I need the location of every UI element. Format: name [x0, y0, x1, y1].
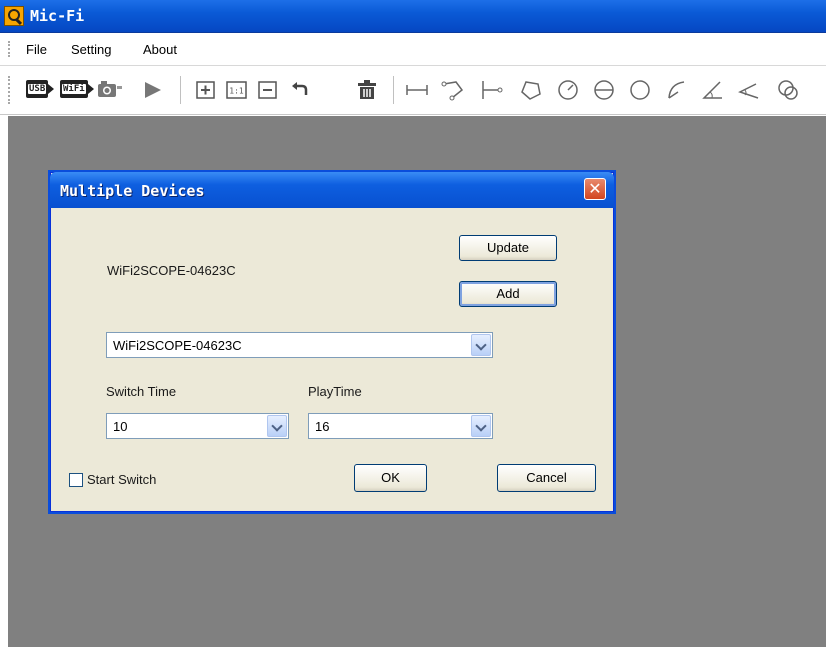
menu-setting[interactable]: Setting	[71, 42, 111, 57]
toolbar-grip-icon	[8, 76, 12, 104]
measure-angle-three-point-icon[interactable]	[736, 78, 762, 102]
chevron-down-icon[interactable]	[267, 415, 287, 437]
zoom-in-icon[interactable]	[194, 78, 218, 102]
measure-circle-three-point-icon[interactable]	[628, 78, 654, 102]
toolbar: USB WiFi 1:1	[0, 66, 826, 115]
chevron-down-icon[interactable]	[471, 334, 491, 356]
play-time-label: PlayTime	[308, 384, 362, 399]
measure-line-icon[interactable]	[404, 78, 430, 102]
magnifier-app-icon	[4, 6, 24, 26]
ok-button[interactable]: OK	[354, 464, 427, 492]
menu-file[interactable]: File	[26, 42, 47, 57]
undo-icon[interactable]	[288, 78, 312, 102]
measure-circle-diameter-icon[interactable]	[592, 78, 618, 102]
menu-bar: File Setting About	[0, 33, 826, 66]
actual-size-icon[interactable]: 1:1	[224, 78, 250, 102]
toolbar-separator	[393, 76, 394, 104]
measure-polyline-icon[interactable]	[440, 78, 466, 102]
device-name-label: WiFi2SCOPE-04623C	[107, 263, 236, 278]
zoom-out-icon[interactable]	[256, 78, 280, 102]
play-time-select[interactable]: 16	[308, 413, 493, 439]
add-button[interactable]: Add	[459, 281, 557, 307]
play-icon[interactable]	[140, 78, 164, 102]
main-title-bar: Mic-Fi	[0, 0, 826, 33]
menu-grip-icon	[8, 41, 12, 57]
start-switch-label: Start Switch	[87, 472, 157, 487]
measure-circle-radius-icon[interactable]	[556, 78, 582, 102]
svg-text:1:1: 1:1	[229, 87, 244, 96]
chevron-down-icon[interactable]	[471, 415, 491, 437]
cancel-button[interactable]: Cancel	[497, 464, 596, 492]
menu-about[interactable]: About	[143, 42, 177, 57]
start-switch-checkbox[interactable]	[69, 473, 83, 487]
measure-circle-center-icon[interactable]	[776, 78, 802, 102]
wifi-camera-icon[interactable]: WiFi	[60, 80, 94, 98]
switch-time-label: Switch Time	[106, 384, 177, 399]
window-title: Mic-Fi	[30, 7, 85, 25]
measure-angle-icon[interactable]	[700, 78, 726, 102]
multiple-devices-dialog: Multiple Devices ✕ WiFi2SCOPE-04623C Upd…	[50, 172, 614, 512]
device-select[interactable]: WiFi2SCOPE-04623C	[106, 332, 493, 358]
switch-time-value: 10	[113, 419, 128, 434]
measure-arc-icon[interactable]	[664, 78, 690, 102]
measure-polygon-icon[interactable]	[518, 78, 544, 102]
switch-time-select[interactable]: 10	[106, 413, 289, 439]
update-button[interactable]: Update	[459, 235, 557, 261]
dialog-title-bar: Multiple Devices ✕	[50, 172, 614, 208]
snapshot-camera-icon[interactable]	[96, 78, 124, 102]
delete-trash-icon[interactable]	[355, 78, 379, 102]
dialog-title: Multiple Devices	[60, 182, 205, 200]
play-time-value: 16	[315, 419, 330, 434]
usb-camera-icon[interactable]: USB	[26, 80, 55, 98]
toolbar-separator	[180, 76, 181, 104]
close-icon[interactable]: ✕	[584, 178, 606, 200]
measure-perpendicular-icon[interactable]	[478, 78, 504, 102]
device-select-value: WiFi2SCOPE-04623C	[113, 338, 242, 353]
